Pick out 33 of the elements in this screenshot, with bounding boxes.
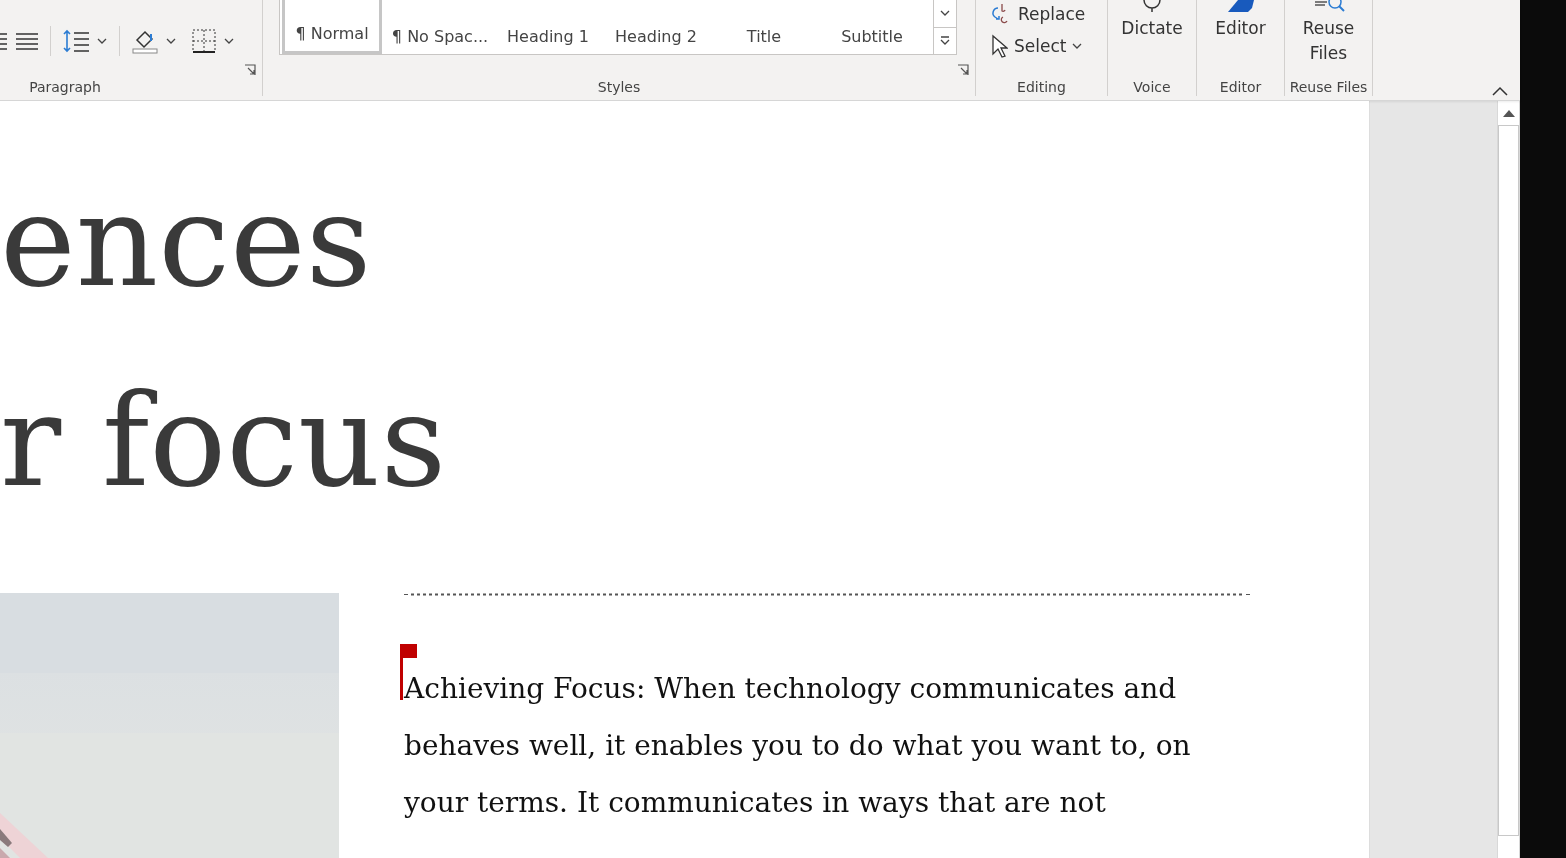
style-item[interactable]: ¶ Normal xyxy=(282,0,382,54)
reuse-files-button[interactable]: Reuse Files xyxy=(1285,0,1372,78)
dialog-launcher-icon[interactable] xyxy=(957,64,969,76)
group-label: Editor xyxy=(1219,78,1262,96)
borders-icon[interactable] xyxy=(192,29,216,53)
replace-button[interactable]: Replace xyxy=(990,2,1086,26)
dictate-button[interactable]: Dictate xyxy=(1108,0,1196,78)
microphone-icon xyxy=(1142,0,1162,12)
shading-icon[interactable] xyxy=(132,28,158,54)
caret-icon[interactable] xyxy=(1072,43,1083,49)
align-right-icon[interactable] xyxy=(0,31,8,51)
group-label: Reuse Files xyxy=(1289,78,1368,96)
group-label: Styles xyxy=(597,78,641,96)
group-label: Voice xyxy=(1133,78,1171,96)
caret-icon[interactable] xyxy=(224,38,234,44)
headline-text: r focus xyxy=(0,365,448,517)
headline-text: ences xyxy=(0,165,373,317)
caret-icon[interactable] xyxy=(166,38,176,44)
caret-icon[interactable] xyxy=(97,38,107,44)
up-arrow-icon xyxy=(1502,109,1515,117)
caret-icon[interactable] xyxy=(940,10,950,17)
pen-icon xyxy=(1225,0,1256,12)
collapse-ribbon-icon[interactable] xyxy=(1492,86,1508,96)
select-button[interactable]: Select xyxy=(990,34,1086,58)
dialog-launcher-icon[interactable] xyxy=(244,64,256,76)
editor-button[interactable]: Editor xyxy=(1197,0,1284,78)
body-paragraph: Achieving Focus: When technology communicates and behaves well, it enables you to do what you want to, on your terms. It communicates in ways that are not xyxy=(404,674,1250,831)
cursor-icon xyxy=(990,34,1008,58)
expand-icon xyxy=(940,35,950,46)
group-label: Editing xyxy=(1017,78,1066,96)
line-spacing-icon[interactable] xyxy=(63,29,89,53)
group-label: Paragraph xyxy=(29,78,101,96)
justify-icon[interactable] xyxy=(16,31,38,51)
